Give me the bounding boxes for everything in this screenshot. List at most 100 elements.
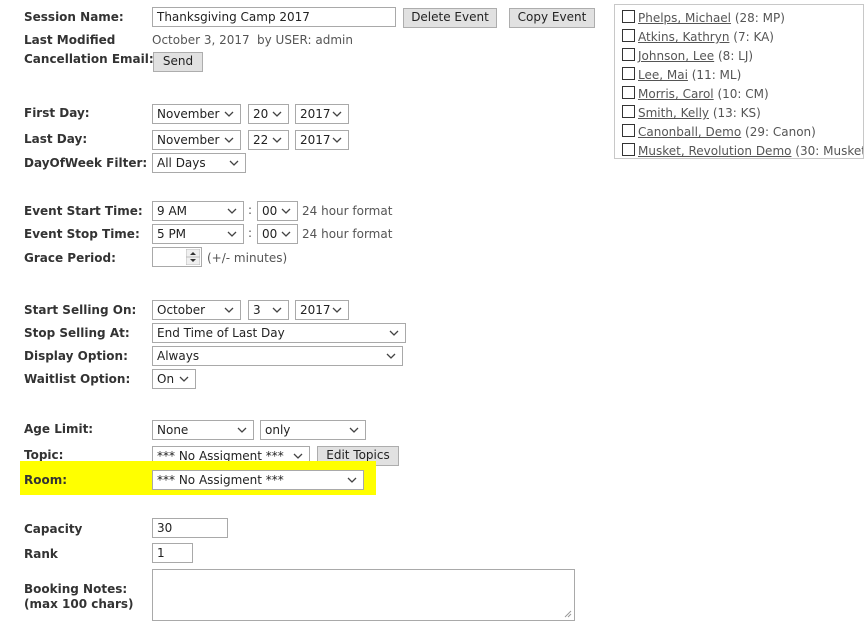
checkbox[interactable] [622, 48, 635, 61]
rank-label: Rank [24, 547, 58, 561]
waitlist-option-label: Waitlist Option: [24, 372, 131, 386]
last-day-day-value: 22 [253, 133, 269, 147]
chevron-down-icon [229, 160, 239, 166]
user-checklist-panel: Phelps, Michael (28: MP) Atkins, Kathryn… [614, 4, 864, 159]
user-link[interactable]: Morris, Carol [638, 87, 714, 101]
checkbox[interactable] [622, 124, 635, 137]
user-list-item[interactable]: Lee, Mai (11: ML) [622, 67, 741, 85]
user-list-item[interactable]: Morris, Carol (10: CM) [622, 86, 769, 104]
stop-selling-select[interactable]: End Time of Last Day [152, 323, 406, 343]
dayofweek-filter-select[interactable]: All Days [152, 153, 246, 173]
start-selling-label: Start Selling On: [24, 303, 137, 317]
chevron-down-icon [179, 376, 189, 382]
event-stop-time-label: Event Stop Time: [24, 227, 140, 241]
stop-selling-value: End Time of Last Day [157, 326, 285, 340]
user-meta: (10: CM) [717, 87, 769, 101]
start-minute-value: 00 [262, 204, 278, 218]
delete-event-button[interactable]: Delete Event [403, 8, 497, 28]
user-meta: (28: MP) [734, 11, 785, 25]
send-button[interactable]: Send [153, 52, 203, 72]
booking-notes-textarea[interactable] [152, 569, 575, 621]
start-hour-select[interactable]: 9 AM [152, 201, 244, 221]
user-link[interactable]: Smith, Kelly [638, 106, 709, 120]
first-day-label: First Day: [24, 106, 90, 120]
stop-minute-value: 00 [262, 227, 278, 241]
last-day-month-select[interactable]: November [152, 130, 241, 150]
first-day-year-value: 2017 [300, 107, 331, 121]
capacity-input[interactable]: 30 [152, 518, 228, 538]
stop-minute-select[interactable]: 00 [257, 224, 298, 244]
start-selling-day-select[interactable]: 3 [248, 300, 289, 320]
display-option-value: Always [157, 349, 200, 363]
user-link[interactable]: Atkins, Kathryn [638, 30, 729, 44]
user-list-item[interactable]: Atkins, Kathryn (7: KA) [622, 29, 774, 47]
user-link[interactable]: Phelps, Michael [638, 11, 731, 25]
last-day-year-select[interactable]: 2017 [295, 130, 349, 150]
user-list-item[interactable]: Phelps, Michael (28: MP) [622, 10, 785, 28]
chevron-down-icon [237, 427, 247, 433]
age-limit-mode-value: only [265, 423, 291, 437]
age-limit-value: None [157, 423, 189, 437]
last-modified-user: by USER: admin [257, 33, 353, 47]
first-day-day-value: 20 [253, 107, 269, 121]
first-day-month-select[interactable]: November [152, 104, 241, 124]
user-link[interactable]: Musket, Revolution Demo [638, 144, 791, 158]
last-day-month-value: November [157, 133, 220, 147]
chevron-down-icon [227, 208, 237, 214]
age-limit-select[interactable]: None [152, 420, 254, 440]
user-meta: (7: KA) [733, 30, 774, 44]
first-day-day-select[interactable]: 20 [248, 104, 289, 124]
spinner-arrows-icon[interactable] [186, 249, 200, 265]
user-list-item[interactable]: Johnson, Lee (8: LJ) [622, 48, 753, 66]
room-select[interactable]: *** No Assigment *** [152, 470, 364, 490]
user-link[interactable]: Lee, Mai [638, 68, 688, 82]
dayofweek-filter-value: All Days [157, 156, 206, 170]
grace-period-label: Grace Period: [24, 251, 116, 265]
capacity-label: Capacity [24, 522, 83, 536]
checkbox[interactable] [622, 86, 635, 99]
waitlist-option-select[interactable]: On [152, 369, 196, 389]
cancellation-email-label: Cancellation Email: [24, 52, 154, 66]
grace-period-note: (+/- minutes) [207, 251, 288, 265]
chevron-down-icon [224, 307, 234, 313]
copy-event-button[interactable]: Copy Event [509, 8, 595, 28]
display-option-label: Display Option: [24, 349, 128, 363]
user-list-item[interactable]: Canonball, Demo (29: Canon) [622, 124, 816, 142]
start-selling-month-value: October [157, 303, 206, 317]
first-day-month-value: November [157, 107, 220, 121]
chevron-down-icon [332, 111, 342, 117]
rank-input[interactable]: 1 [152, 543, 193, 563]
chevron-down-icon [349, 427, 359, 433]
chevron-down-icon [224, 137, 234, 143]
checkbox[interactable] [622, 143, 635, 156]
user-link[interactable]: Johnson, Lee [638, 49, 714, 63]
start-selling-month-select[interactable]: October [152, 300, 241, 320]
start-minute-select[interactable]: 00 [257, 201, 298, 221]
stop-time-format-note: 24 hour format [302, 227, 393, 241]
checkbox[interactable] [622, 67, 635, 80]
user-link[interactable]: Canonball, Demo [638, 125, 741, 139]
start-selling-year-select[interactable]: 2017 [295, 300, 349, 320]
stop-hour-select[interactable]: 5 PM [152, 224, 244, 244]
last-modified-date: October 3, 2017 [152, 33, 250, 47]
checkbox[interactable] [622, 105, 635, 118]
stop-time-colon: : [248, 226, 253, 240]
session-name-input[interactable]: Thanksgiving Camp 2017 [152, 7, 396, 27]
start-time-colon: : [248, 203, 253, 217]
chevron-down-icon [347, 477, 357, 483]
start-selling-day-value: 3 [253, 303, 261, 317]
age-limit-mode-select[interactable]: only [260, 420, 366, 440]
last-day-day-select[interactable]: 22 [248, 130, 289, 150]
chevron-down-icon [224, 111, 234, 117]
resize-handle-icon[interactable] [564, 610, 572, 618]
user-meta: (11: ML) [691, 68, 742, 82]
user-list-item[interactable]: Musket, Revolution Demo (30: Musket) [622, 143, 863, 158]
user-meta: (8: LJ) [718, 49, 754, 63]
display-option-select[interactable]: Always [152, 346, 403, 366]
user-list-item[interactable]: Smith, Kelly (13: KS) [622, 105, 761, 123]
checkbox[interactable] [622, 10, 635, 23]
checkbox[interactable] [622, 29, 635, 42]
first-day-year-select[interactable]: 2017 [295, 104, 349, 124]
grace-period-input[interactable] [152, 247, 202, 267]
waitlist-option-value: On [157, 372, 175, 386]
